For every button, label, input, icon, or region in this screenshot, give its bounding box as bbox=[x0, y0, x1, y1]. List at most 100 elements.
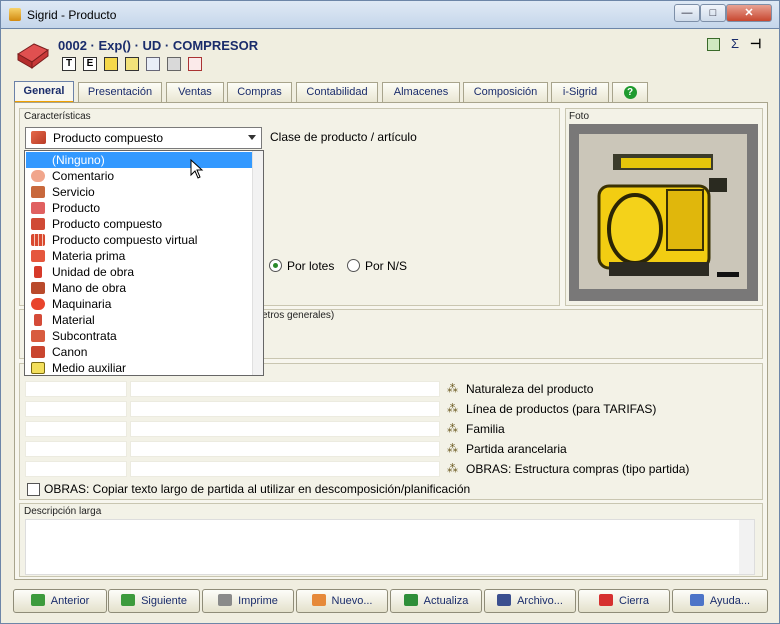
pin-icon[interactable]: ⊣ bbox=[750, 36, 761, 52]
dropdown-scrollbar[interactable] bbox=[252, 151, 263, 375]
familia-label: Familia bbox=[466, 422, 505, 436]
dropdown-item[interactable]: Servicio bbox=[26, 184, 253, 200]
partida-desc[interactable] bbox=[130, 441, 440, 457]
descripcion-label: Descripción larga bbox=[24, 506, 102, 517]
virtual-compound-icon bbox=[31, 234, 45, 246]
note-icon[interactable] bbox=[104, 57, 118, 71]
dropdown-item[interactable]: Producto bbox=[26, 200, 253, 216]
dropdown-item[interactable]: Producto compuesto virtual bbox=[26, 232, 253, 248]
radio-por-ns[interactable] bbox=[347, 259, 360, 272]
obras-checkbox-label: OBRAS: Copiar texto largo de partida al … bbox=[44, 482, 471, 496]
combo-caption: Clase de producto / artículo bbox=[270, 130, 417, 144]
por-lotes-label: Por lotes bbox=[287, 259, 335, 273]
descripcion-scrollbar[interactable] bbox=[739, 520, 754, 574]
mouse-cursor bbox=[190, 159, 204, 179]
ayuda-button[interactable]: Ayuda... bbox=[672, 589, 768, 613]
anterior-button[interactable]: Anterior bbox=[13, 589, 107, 613]
edit-icon[interactable]: E bbox=[83, 57, 97, 71]
arrow-right-icon bbox=[121, 594, 136, 606]
naturaleza-code[interactable] bbox=[25, 381, 127, 397]
sigma-icon[interactable]: Σ bbox=[731, 36, 739, 51]
preview-icon[interactable] bbox=[146, 57, 160, 71]
new-icon bbox=[311, 594, 326, 606]
familia-desc[interactable] bbox=[130, 421, 440, 437]
help-icon bbox=[689, 594, 704, 606]
naturaleza-desc[interactable] bbox=[130, 381, 440, 397]
pdf-icon[interactable] bbox=[188, 57, 202, 71]
dropdown-item[interactable]: Material bbox=[26, 312, 253, 328]
product-photo bbox=[569, 124, 758, 301]
link-icon[interactable] bbox=[125, 57, 139, 71]
dropdown-item[interactable]: Canon bbox=[26, 344, 253, 360]
obras-checkbox[interactable] bbox=[27, 483, 40, 496]
dropdown-item[interactable]: (Ninguno) bbox=[26, 152, 253, 168]
tab-compras[interactable]: Compras bbox=[227, 82, 292, 102]
raw-material-icon bbox=[31, 250, 45, 262]
compound-product-icon bbox=[31, 218, 45, 230]
descripcion-textarea[interactable] bbox=[25, 519, 755, 575]
comment-icon bbox=[31, 170, 45, 182]
tab-i-sigrid[interactable]: i-Sigrid bbox=[551, 82, 609, 102]
familia-code[interactable] bbox=[25, 421, 127, 437]
maximize-button[interactable]: □ bbox=[700, 4, 726, 22]
tab-help[interactable]: ? bbox=[612, 82, 648, 102]
tab-ventas[interactable]: Ventas bbox=[166, 82, 224, 102]
subcontract-icon bbox=[31, 330, 45, 342]
service-icon bbox=[31, 186, 45, 198]
work-unit-icon bbox=[34, 266, 42, 278]
dropdown-item[interactable]: Comentario bbox=[26, 168, 253, 184]
producto-compuesto-icon bbox=[31, 131, 46, 144]
tab-presentacion[interactable]: Presentación bbox=[78, 82, 162, 102]
tree-icon[interactable]: ⁂ bbox=[447, 403, 461, 415]
partida-label: Partida arancelaria bbox=[466, 442, 567, 456]
foto-label: Foto bbox=[569, 111, 590, 122]
tab-almacenes[interactable]: Almacenes bbox=[382, 82, 460, 102]
text-icon[interactable]: T bbox=[62, 57, 76, 71]
dropdown-item[interactable]: Subcontrata bbox=[26, 328, 253, 344]
obras-code[interactable] bbox=[25, 461, 127, 477]
dropdown-item[interactable]: Maquinaria bbox=[26, 296, 253, 312]
archivo-button[interactable]: Archivo... bbox=[484, 589, 576, 613]
save-icon bbox=[497, 594, 512, 606]
print-icon[interactable] bbox=[167, 57, 181, 71]
combo-value: Producto compuesto bbox=[53, 131, 164, 145]
product-icon bbox=[16, 36, 50, 70]
auxiliary-icon bbox=[31, 362, 45, 374]
naturaleza-label: Naturaleza del producto bbox=[466, 382, 594, 396]
calculator-icon[interactable] bbox=[707, 38, 720, 51]
close-button[interactable]: ✕ bbox=[726, 4, 772, 22]
tree-icon[interactable]: ⁂ bbox=[447, 423, 461, 435]
dropdown-item[interactable]: Medio auxiliar bbox=[26, 360, 253, 376]
obras-desc[interactable] bbox=[130, 461, 440, 477]
tab-general[interactable]: General bbox=[14, 81, 74, 103]
tab-composicion[interactable]: Composición bbox=[463, 82, 548, 102]
dropdown-item[interactable]: Mano de obra bbox=[26, 280, 253, 296]
labour-icon bbox=[31, 282, 45, 294]
linea-code[interactable] bbox=[25, 401, 127, 417]
linea-label: Línea de productos (para TARIFAS) bbox=[466, 402, 657, 416]
tree-icon[interactable]: ⁂ bbox=[447, 443, 461, 455]
material-icon bbox=[34, 314, 42, 326]
title-bar[interactable]: Sigrid - Producto — □ ✕ bbox=[0, 0, 780, 28]
window-title: Sigrid - Producto bbox=[27, 8, 117, 22]
dropdown-item[interactable]: Unidad de obra bbox=[26, 264, 253, 280]
partida-code[interactable] bbox=[25, 441, 127, 457]
product-class-combo[interactable]: Producto compuesto bbox=[25, 127, 262, 149]
linea-desc[interactable] bbox=[130, 401, 440, 417]
tree-icon[interactable]: ⁂ bbox=[447, 463, 461, 475]
imprime-button[interactable]: Imprime bbox=[202, 589, 294, 613]
actualiza-button[interactable]: Actualiza bbox=[390, 589, 482, 613]
radio-por-lotes[interactable] bbox=[269, 259, 282, 272]
product-class-dropdown[interactable]: (Ninguno) Comentario Servicio Producto P… bbox=[24, 150, 264, 376]
tree-icon[interactable]: ⁂ bbox=[447, 383, 461, 395]
minimize-button[interactable]: — bbox=[674, 4, 700, 22]
printer-icon bbox=[218, 594, 233, 606]
nuevo-button[interactable]: Nuevo... bbox=[296, 589, 388, 613]
cierra-button[interactable]: Cierra bbox=[578, 589, 670, 613]
chevron-down-icon[interactable] bbox=[248, 135, 256, 140]
canon-icon bbox=[31, 346, 45, 358]
tab-contabilidad[interactable]: Contabilidad bbox=[296, 82, 378, 102]
dropdown-item[interactable]: Materia prima bbox=[26, 248, 253, 264]
dropdown-item[interactable]: Producto compuesto bbox=[26, 216, 253, 232]
siguiente-button[interactable]: Siguiente bbox=[108, 589, 200, 613]
